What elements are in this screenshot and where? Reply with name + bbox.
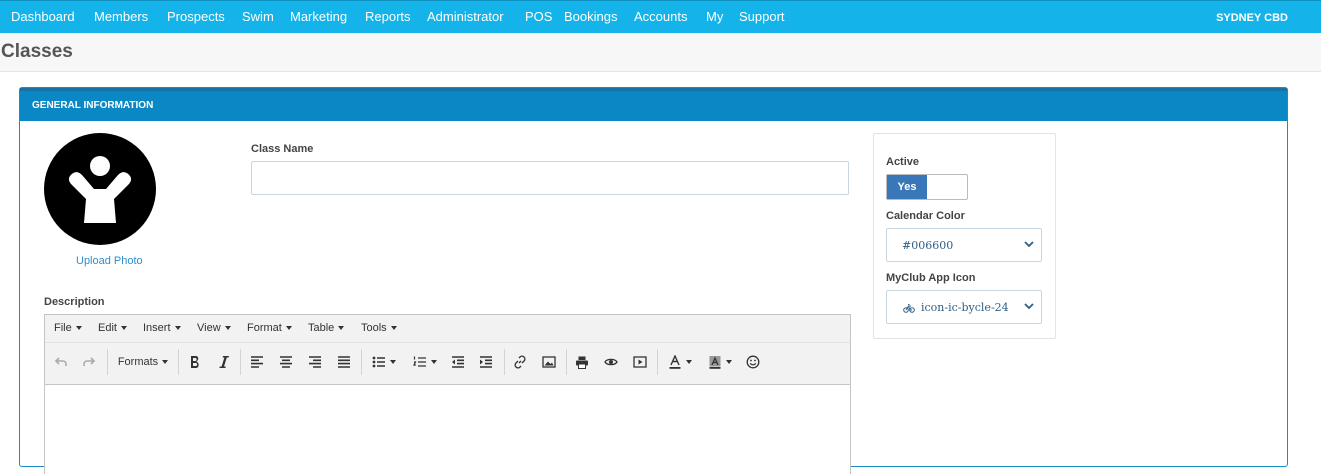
emoticons-icon[interactable] — [744, 351, 762, 373]
undo-icon[interactable] — [52, 351, 70, 373]
chevron-down-icon — [1024, 241, 1034, 248]
nav-item-pos[interactable]: POS — [525, 1, 552, 34]
indent-icon[interactable] — [477, 351, 495, 373]
nav-item-administrator[interactable]: Administrator — [427, 1, 504, 34]
class-name-input[interactable] — [251, 161, 849, 195]
panel-heading: GENERAL INFORMATION — [20, 88, 1287, 121]
image-icon[interactable] — [540, 351, 558, 373]
menu-file[interactable]: File — [54, 315, 82, 343]
redo-icon[interactable] — [80, 351, 98, 373]
formats-dropdown[interactable]: Formats — [115, 351, 171, 373]
nav-item-bookings[interactable]: Bookings — [564, 1, 617, 34]
upload-photo-link[interactable]: Upload Photo — [76, 255, 143, 267]
outdent-icon[interactable] — [449, 351, 467, 373]
text-color-icon[interactable] — [664, 351, 696, 373]
align-center-icon[interactable] — [277, 351, 295, 373]
bold-icon[interactable] — [186, 351, 204, 373]
class-photo — [44, 133, 156, 245]
page-header: Classes — [0, 33, 1321, 72]
active-toggle[interactable]: Yes — [886, 174, 968, 200]
nav-item-swim[interactable]: Swim — [242, 1, 274, 34]
toolbar-separator — [566, 349, 567, 375]
page-title: Classes — [1, 41, 73, 62]
app-icon-value: icon-ic-bycle-24 — [921, 301, 1009, 314]
align-justify-icon[interactable] — [335, 351, 353, 373]
toolbar-separator — [361, 349, 362, 375]
active-label: Active — [886, 156, 920, 168]
menu-table[interactable]: Table — [308, 315, 345, 343]
editor-toolbar: Formats — [45, 343, 850, 385]
class-name-label: Class Name — [251, 143, 314, 155]
align-left-icon[interactable] — [248, 351, 266, 373]
location-selector[interactable]: SYDNEY CBD — [1216, 1, 1288, 34]
media-icon[interactable] — [631, 351, 649, 373]
nav-item-my[interactable]: My — [706, 1, 723, 34]
toolbar-separator — [107, 349, 108, 375]
menu-insert[interactable]: Insert — [143, 315, 181, 343]
numbered-list-icon[interactable] — [409, 351, 441, 373]
calendar-color-select[interactable]: #006600 — [886, 228, 1042, 262]
editor-content-area[interactable] — [45, 385, 850, 475]
menu-format[interactable]: Format — [247, 315, 292, 343]
editor-menubar: File Edit Insert View Format Table Tools — [45, 315, 850, 343]
calendar-color-label: Calendar Color — [886, 210, 965, 222]
menu-view[interactable]: View — [197, 315, 231, 343]
app-icon-select[interactable]: icon-ic-bycle-24 — [886, 290, 1042, 324]
nav-item-support[interactable]: Support — [739, 1, 785, 34]
bullet-list-icon[interactable] — [368, 351, 400, 373]
align-right-icon[interactable] — [306, 351, 324, 373]
menu-edit[interactable]: Edit — [98, 315, 127, 343]
description-label: Description — [44, 296, 105, 308]
nav-item-reports[interactable]: Reports — [365, 1, 411, 34]
calendar-color-value: #006600 — [902, 239, 954, 252]
background-color-icon[interactable] — [704, 351, 736, 373]
toolbar-separator — [240, 349, 241, 375]
italic-icon[interactable] — [215, 351, 233, 373]
toolbar-separator — [178, 349, 179, 375]
person-arms-raised-icon — [68, 156, 132, 223]
nav-item-dashboard[interactable]: Dashboard — [11, 1, 75, 34]
chevron-down-icon — [1024, 303, 1034, 310]
toolbar-separator — [504, 349, 505, 375]
app-icon-label: MyClub App Icon — [886, 272, 976, 284]
menu-tools[interactable]: Tools — [361, 315, 397, 343]
nav-item-prospects[interactable]: Prospects — [167, 1, 225, 34]
toolbar-separator — [657, 349, 658, 375]
preview-icon[interactable] — [602, 351, 620, 373]
bicycle-icon — [903, 304, 915, 313]
nav-item-accounts[interactable]: Accounts — [634, 1, 687, 34]
nav-item-members[interactable]: Members — [94, 1, 148, 34]
nav-item-marketing[interactable]: Marketing — [290, 1, 347, 34]
print-icon[interactable] — [573, 351, 591, 373]
top-nav: Dashboard Members Prospects Swim Marketi… — [0, 0, 1321, 33]
link-icon[interactable] — [511, 351, 529, 373]
description-editor: File Edit Insert View Format Table Tools… — [44, 314, 851, 475]
active-toggle-on: Yes — [887, 175, 927, 199]
